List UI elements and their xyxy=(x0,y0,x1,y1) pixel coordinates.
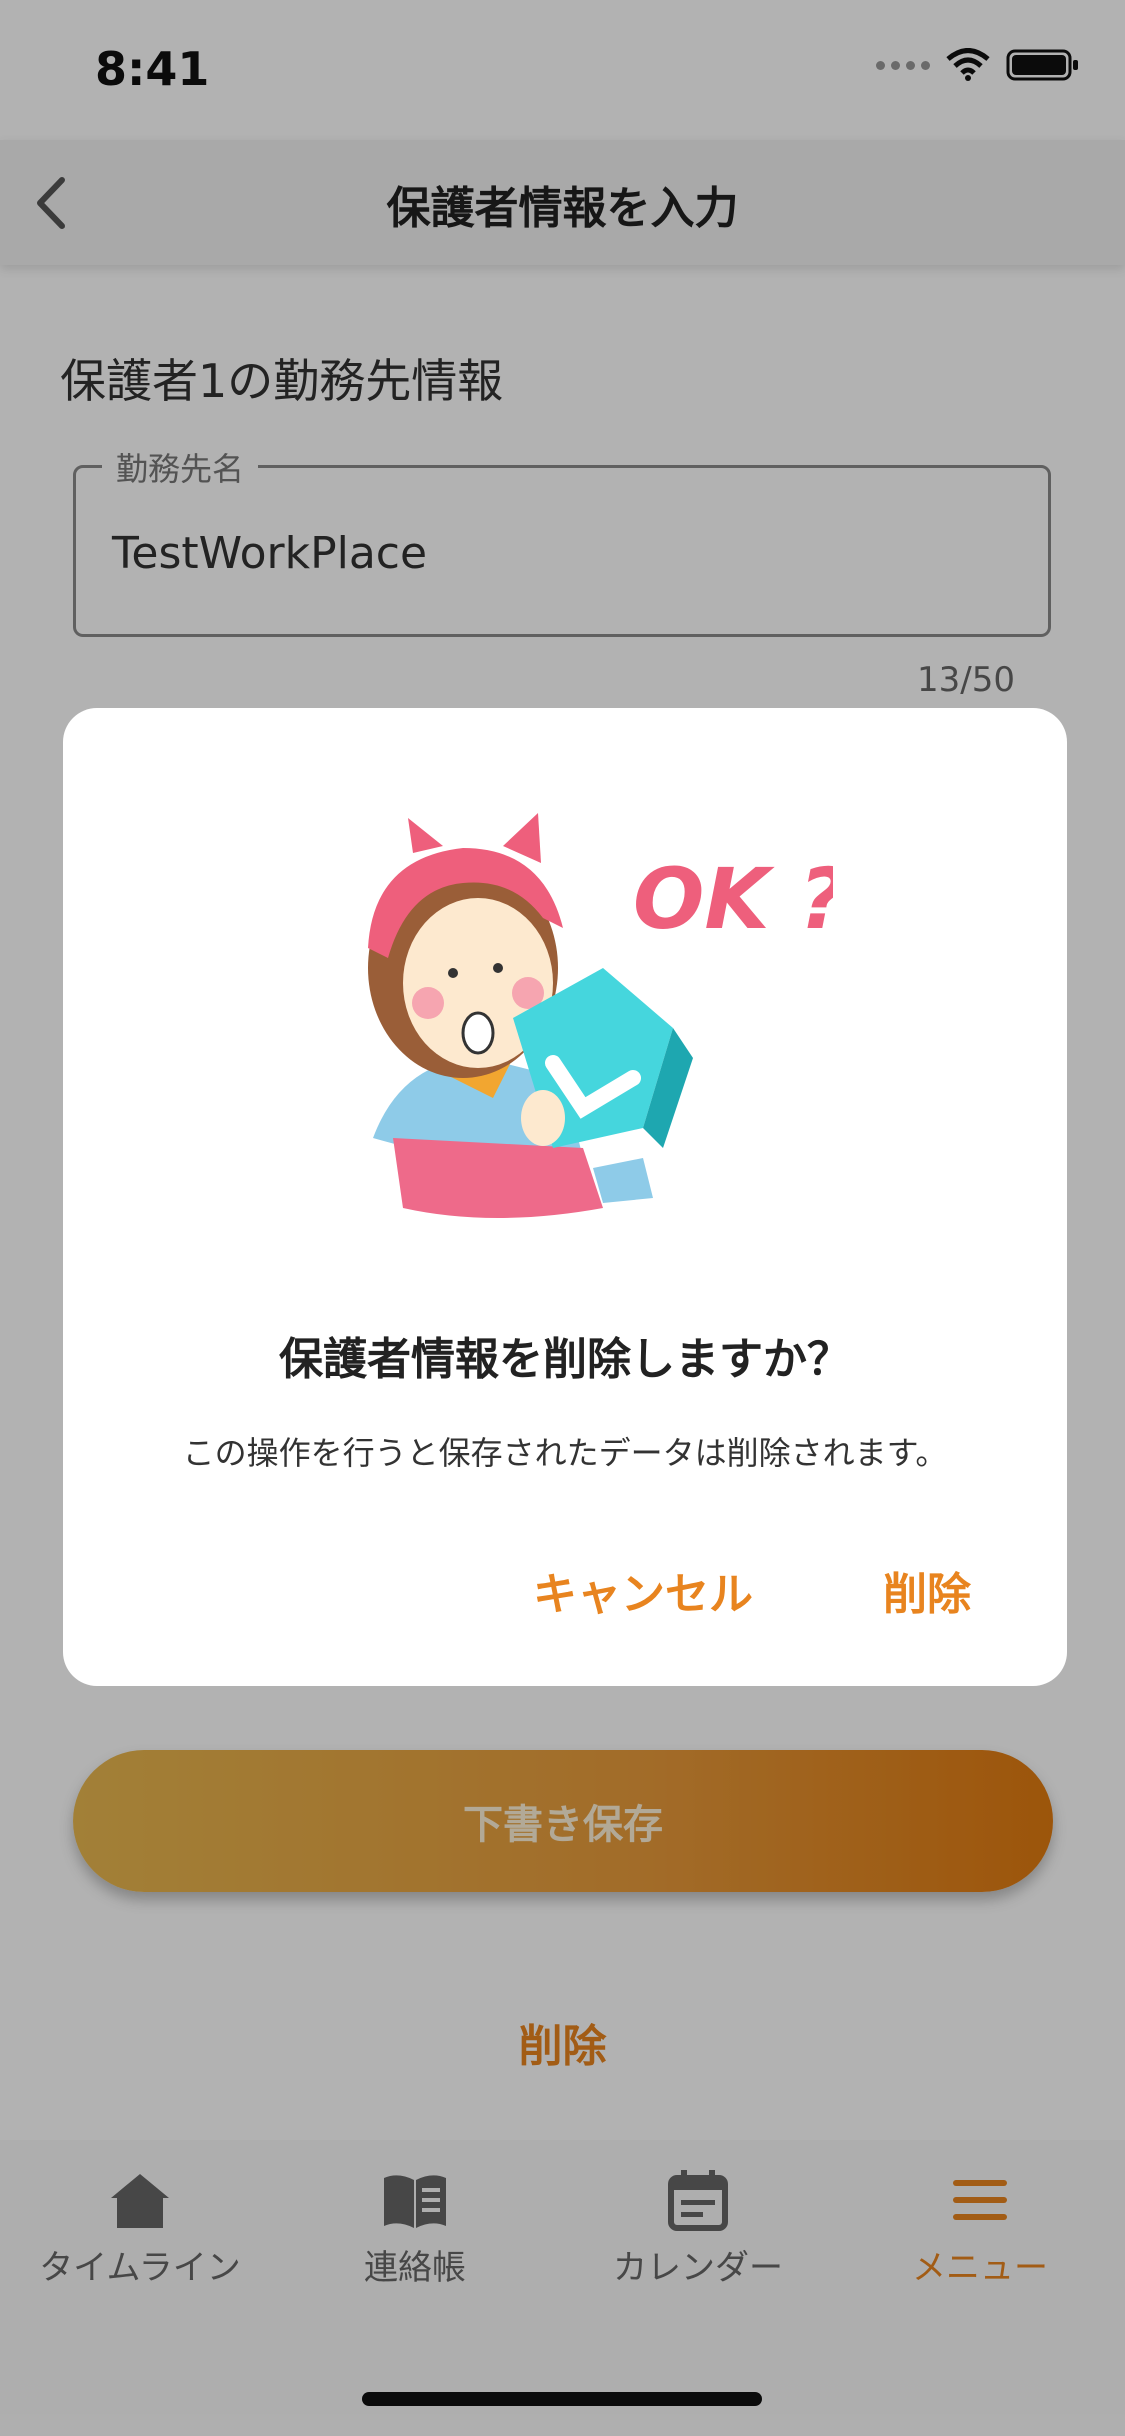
character-illustration: OK ? xyxy=(368,813,833,1218)
illustration-ok-text: OK ? xyxy=(633,850,833,948)
dialog-title: 保護者情報を削除しますか？ xyxy=(279,1334,851,1385)
dialog-delete-button[interactable]: 削除 xyxy=(883,1558,971,1622)
dialog-message: この操作を行うと保存されたデータは削除されます。 xyxy=(182,1434,948,1472)
delete-confirmation-dialog: OK ? 保護者情報を削除しますか？ この操作を行うと保存されたデータは削除され… xyxy=(63,708,1067,1686)
dialog-cancel-button[interactable]: キャンセル xyxy=(533,1558,753,1622)
